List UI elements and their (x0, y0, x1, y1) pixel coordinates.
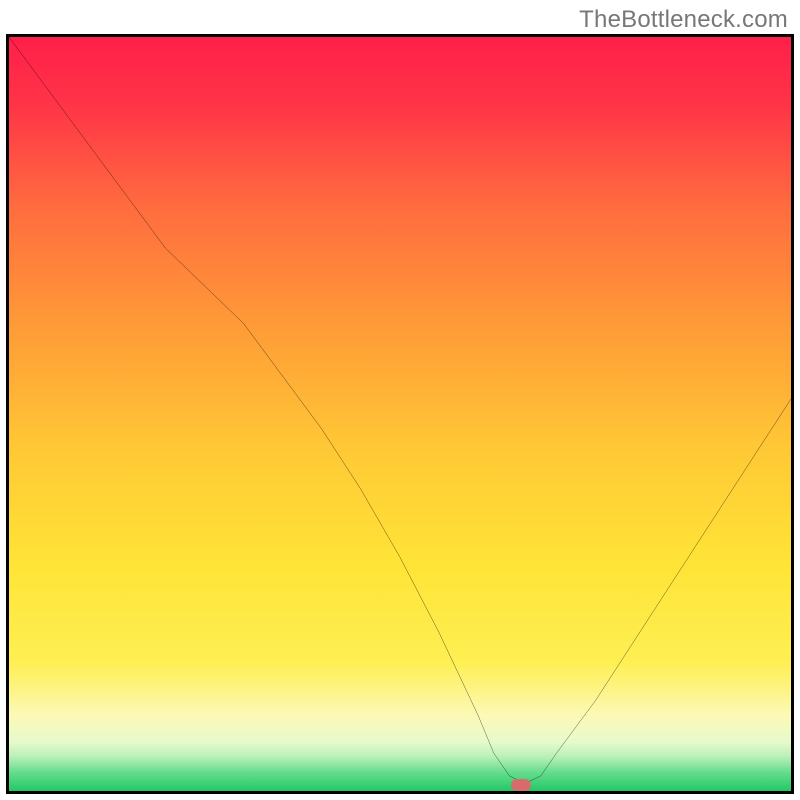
optimum-marker (511, 779, 531, 791)
chart-stage: TheBottleneck.com (0, 0, 800, 800)
bottleneck-curve (9, 37, 791, 791)
watermark-label: TheBottleneck.com (579, 6, 788, 34)
